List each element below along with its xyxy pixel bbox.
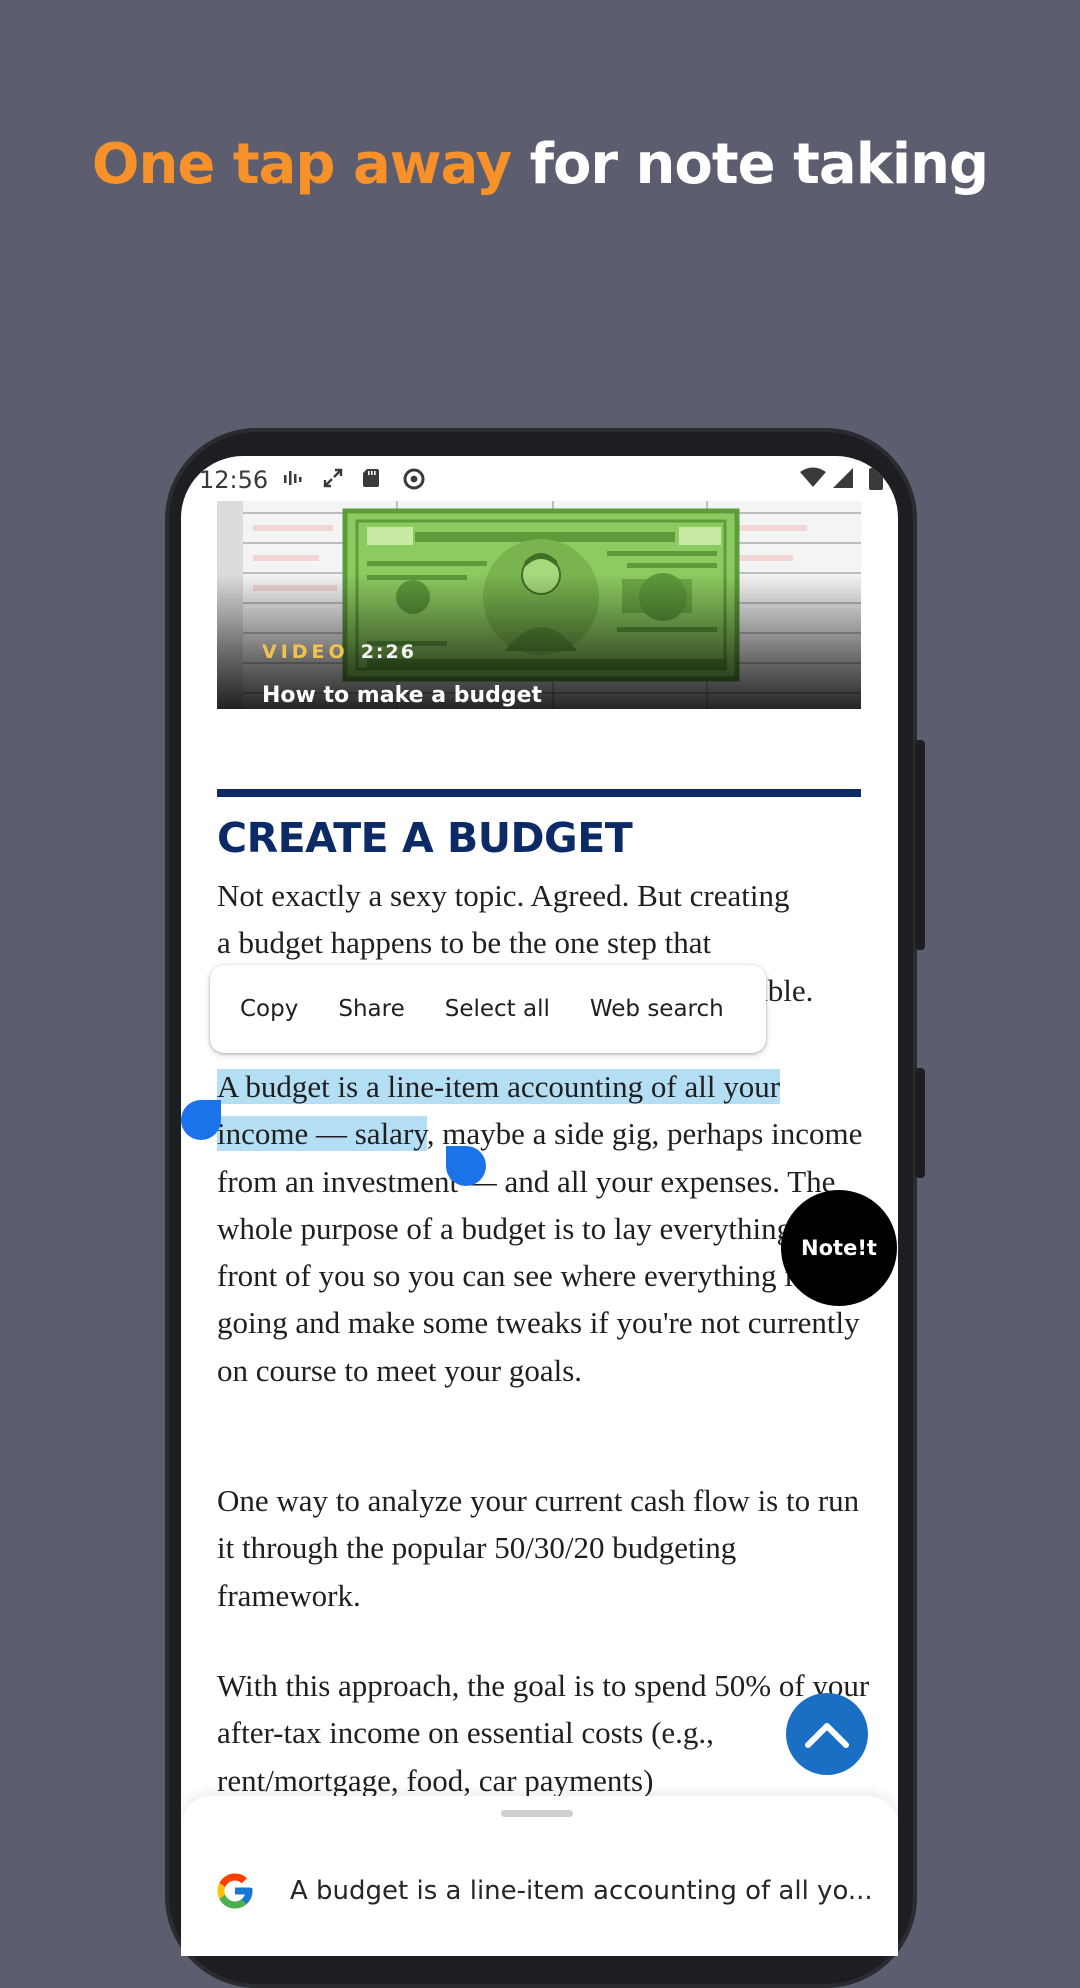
copy-menu-item[interactable]: Copy (220, 996, 318, 1022)
video-tag: VIDEO (262, 641, 349, 663)
video-title[interactable]: How to make a budget (262, 683, 542, 708)
video-thumbnail[interactable]: VIDEO 2:26 How to make a budget (217, 501, 861, 709)
text-selection-menu: Copy Share Select all Web search (210, 965, 766, 1053)
select-all-menu-item[interactable]: Select all (425, 996, 570, 1022)
headline: One tap away for note taking (0, 132, 1080, 197)
headline-rest: for note taking (529, 132, 989, 197)
paragraph-1-line-2: a budget happens to be the one step that (217, 925, 712, 961)
heading-rule (217, 789, 861, 797)
paragraph-4: With this approach, the goal is to spend… (217, 1668, 870, 1798)
noteit-floating-button[interactable]: Note!t (781, 1190, 897, 1306)
status-bar: 12:56 (181, 456, 898, 500)
selected-text-line-1[interactable]: A budget is a line-item accounting of al… (217, 1069, 781, 1104)
wifi-icon (800, 467, 826, 487)
search-query-text[interactable]: A budget is a line-item accounting of al… (290, 1876, 870, 1906)
selection-end-handle[interactable] (446, 1146, 486, 1186)
article-heading: CREATE A BUDGET (217, 814, 633, 862)
data-saver-icon (403, 468, 425, 490)
chevron-up-icon (805, 1723, 849, 1748)
scroll-to-top-button[interactable] (786, 1693, 868, 1775)
sheet-drag-handle[interactable] (501, 1810, 573, 1817)
rotate-icon (323, 468, 343, 488)
video-duration: 2:26 (360, 641, 416, 663)
status-time: 12:56 (199, 466, 269, 494)
phone-volume-button (915, 740, 925, 950)
selected-text-line-2[interactable]: income — salary (217, 1116, 427, 1152)
battery-icon (869, 466, 883, 490)
share-menu-item[interactable]: Share (318, 996, 424, 1022)
video-meta: VIDEO 2:26 (262, 641, 416, 663)
phone-power-button (915, 1068, 925, 1178)
paragraph-2-rest: , maybe a side gig, perhaps income from … (217, 1116, 872, 1388)
sd-card-icon (363, 469, 379, 487)
google-logo-icon (217, 1873, 253, 1909)
headline-accent: One tap away (91, 132, 512, 197)
signal-icon (833, 468, 853, 488)
search-bottom-sheet[interactable]: A budget is a line-item accounting of al… (181, 1796, 898, 1956)
paragraph-2[interactable]: A budget is a line-item accounting of al… (217, 1063, 877, 1394)
activity-icon (284, 471, 302, 485)
paragraph-1-line-1: Not exactly a sexy topic. Agreed. But cr… (217, 878, 790, 913)
phone-screen: 12:56 VIDEO 2:26 How to make a budget CR… (181, 456, 898, 1956)
paragraph-3: One way to analyze your current cash flo… (217, 1483, 860, 1613)
video-gradient (217, 501, 861, 709)
web-search-menu-item[interactable]: Web search (570, 996, 744, 1022)
selection-start-handle[interactable] (181, 1100, 221, 1140)
